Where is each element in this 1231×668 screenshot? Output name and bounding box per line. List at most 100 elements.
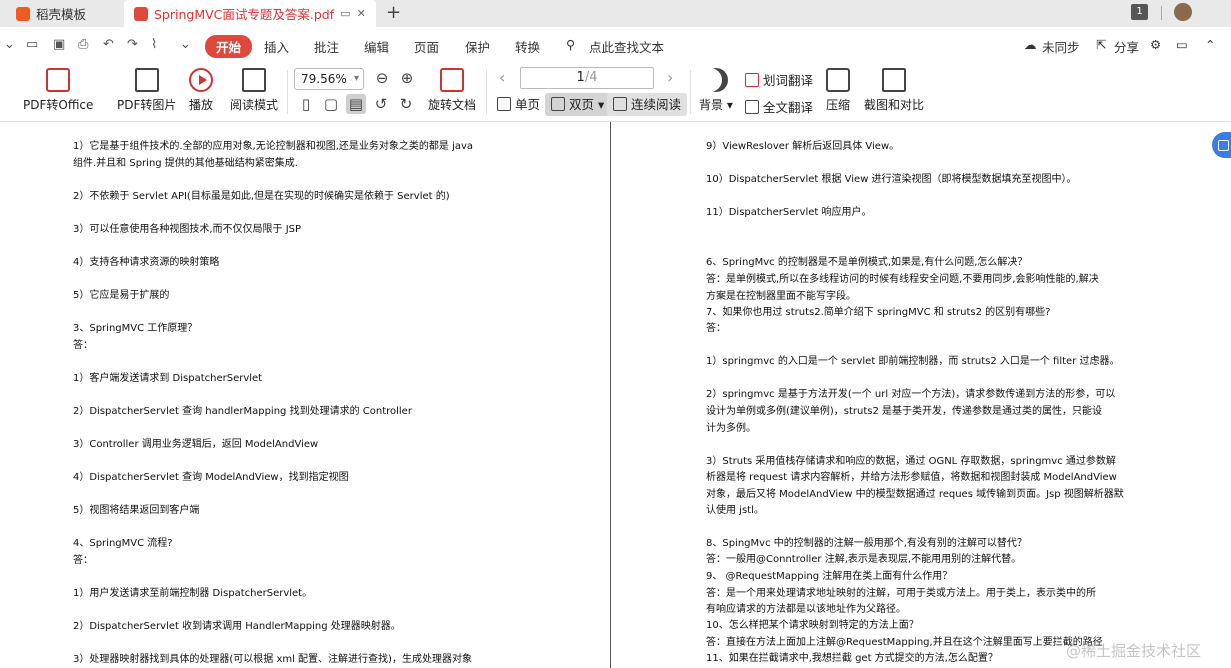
rotate-document-button[interactable]: 旋转文档	[428, 68, 476, 113]
rotate-right-icon[interactable]: ↻	[396, 94, 416, 114]
text-line: 答：一般用@Conntroller 注解,表示是表现层,不能用用别的注解代替。	[706, 554, 1022, 565]
double-page-button[interactable]: 双页 ▾	[545, 93, 611, 116]
menu-insert[interactable]: 插入	[264, 37, 289, 56]
actual-size-icon[interactable]: ▯	[296, 94, 316, 114]
single-page-icon	[497, 97, 511, 111]
floating-tool-button[interactable]	[1212, 132, 1231, 158]
redo-icon[interactable]: ↷	[127, 37, 138, 52]
image-icon	[134, 68, 159, 92]
prev-page-icon[interactable]: ‹	[499, 68, 505, 87]
text-line: 2）DispatcherServlet 收到请求调用 HandlerMappin…	[73, 621, 401, 632]
screenshot-compare-button[interactable]: 截图和对比	[864, 68, 924, 113]
sync-status[interactable]: 未同步	[1042, 37, 1080, 56]
menu-annotate[interactable]: 批注	[314, 37, 339, 56]
gear-icon[interactable]: ⚙	[1150, 37, 1161, 52]
fit-width-icon[interactable]: ▤	[346, 94, 366, 114]
rotate-doc-icon	[440, 68, 464, 92]
section-heading: 3、SpringMVC 工作原理？	[73, 323, 198, 334]
play-icon	[189, 68, 213, 92]
zoom-in-icon[interactable]: ⊕	[397, 68, 417, 88]
docer-logo-icon	[16, 6, 30, 21]
pdf-convert-icon	[46, 68, 71, 92]
chart-icon[interactable]: ⌇	[151, 37, 157, 52]
zoom-out-icon[interactable]: ⊖	[372, 68, 392, 88]
text-line: 2）DispatcherServlet 查询 handlerMapping 找到…	[73, 406, 412, 417]
pdf-viewer-app: 稻壳模板 SpringMVC面试专题及答案.pdf ▭ ✕ + 1 ⌄ ▭ ▣ …	[0, 0, 1231, 668]
text-line: 设计为单例或多例(建议单例)，struts2 是基于类开发，传递参数是通过类的属…	[706, 406, 1103, 417]
undo-icon[interactable]: ↶	[103, 37, 114, 52]
print-icon[interactable]: ⎙	[78, 37, 88, 52]
save-icon[interactable]: ▣	[53, 37, 65, 52]
rotate-left-icon[interactable]: ↺	[371, 94, 391, 114]
open-folder-icon[interactable]: ▭	[26, 37, 38, 52]
text-line: 5）它应是易于扩展的	[73, 290, 170, 301]
pdf-to-office-button[interactable]: PDF转Office	[23, 68, 93, 113]
text-line: 3）可以任意使用各种视图技术,而不仅仅局限于 JSP	[73, 224, 302, 235]
text-line: 认使用 jstl。	[706, 505, 764, 516]
continuous-icon	[613, 97, 627, 111]
close-icon[interactable]: ✕	[357, 7, 366, 20]
section-heading: 6、SpringMvc 的控制器是不是单例模式,如果是,有什么问题,怎么解决？	[706, 257, 1028, 268]
new-tab-button[interactable]: +	[386, 2, 401, 23]
divider	[486, 70, 487, 114]
translate-icon	[745, 100, 759, 114]
button-label: 播放	[189, 98, 214, 112]
zoom-select[interactable]: 79.56%	[294, 68, 364, 90]
book-icon	[242, 68, 266, 92]
text-line: 答：是一个用来处理请求地址映射的注解，可用于类或方法上。用于类上，表示类中的所	[706, 588, 1096, 599]
button-label: 划词翻译	[763, 73, 814, 88]
button-label: 全文翻译	[763, 100, 814, 115]
pdf-to-image-button[interactable]: PDF转图片	[117, 68, 176, 113]
text-line: 计为多例。	[706, 423, 756, 434]
more-icon[interactable]: ⌃	[1205, 37, 1215, 52]
button-label: 双页	[569, 97, 595, 112]
page-divider	[610, 122, 611, 668]
text-line: 10）DispatcherServlet 根据 View 进行渲染视图（即将模型…	[706, 174, 1077, 185]
menu-protect[interactable]: 保护	[465, 37, 490, 56]
tab-window-icon[interactable]: ▭	[340, 7, 350, 20]
text-line: 3）处理器映射器找到具体的处理器(可以根据 xml 配置、注解进行查找)，生成处…	[73, 654, 472, 665]
cloud-sync-icon[interactable]: ☁	[1024, 37, 1037, 52]
document-view[interactable]: 1）它是基于组件技术的.全部的应用对象,无论控制器和视图,还是业务对象之类的都是…	[0, 122, 1231, 668]
search-icon[interactable]: ⚲	[566, 37, 575, 52]
tab-docer-templates[interactable]: 稻壳模板	[0, 0, 120, 27]
next-page-icon[interactable]: ›	[667, 68, 673, 87]
compress-button[interactable]: 压缩	[826, 68, 850, 113]
page-number-input[interactable]: 1/4	[520, 67, 654, 89]
share-button[interactable]: 分享	[1114, 37, 1139, 56]
menu-edit[interactable]: 编辑	[364, 37, 389, 56]
menu-start[interactable]: 开始	[205, 35, 253, 58]
background-button[interactable]: 背景 ▾	[699, 68, 733, 113]
text-line: 1）它是基于组件技术的.全部的应用对象,无论控制器和视图,还是业务对象之类的都是…	[73, 141, 474, 152]
text-line: 有响应请求的方法都是以该地址作为父路径。	[706, 604, 906, 615]
divider	[287, 70, 288, 114]
moon-icon	[704, 68, 728, 92]
window-count-badge[interactable]: 1	[1131, 4, 1148, 20]
text-line: 5）视图将结果返回到客户端	[73, 505, 200, 516]
word-translate-button[interactable]: 划词翻译	[745, 70, 813, 89]
divider	[1161, 6, 1162, 20]
menu-page[interactable]: 页面	[414, 37, 439, 56]
continuous-read-button[interactable]: 连续阅读	[607, 93, 688, 116]
avatar[interactable]	[1174, 3, 1192, 21]
fit-page-icon[interactable]: ▢	[321, 94, 341, 114]
dropdown-icon[interactable]: ⌄	[180, 37, 191, 52]
message-icon[interactable]: ▭	[1176, 37, 1188, 52]
button-label: 旋转文档	[428, 98, 477, 112]
chevron-down-icon[interactable]: ⌄	[4, 37, 15, 52]
full-translate-button[interactable]: 全文翻译	[745, 97, 813, 116]
section-heading: 7、如果你也用过 struts2.简单介绍下 springMVC 和 strut…	[706, 307, 1051, 318]
button-label: PDF转Office	[23, 98, 94, 112]
text-line: 11）DispatcherServlet 响应用户。	[706, 207, 872, 218]
single-page-button[interactable]: 单页	[491, 93, 546, 116]
pdf-file-icon	[134, 6, 148, 21]
tab-pdf-document[interactable]: SpringMVC面试专题及答案.pdf ▭ ✕	[124, 0, 376, 27]
search-text-button[interactable]: 点此查找文本	[589, 37, 664, 56]
read-mode-button[interactable]: 阅读模式	[230, 68, 278, 113]
text-line: 2）不依赖于 Servlet API(目标虽是如此,但是在实现的时候确实是依赖于…	[73, 191, 450, 202]
menu-convert[interactable]: 转换	[515, 37, 540, 56]
button-label: 阅读模式	[230, 98, 279, 112]
watermark: @稀土掘金技术社区	[1066, 642, 1202, 660]
play-button[interactable]: 播放	[189, 68, 213, 113]
share-icon[interactable]: ⇱	[1096, 37, 1106, 52]
